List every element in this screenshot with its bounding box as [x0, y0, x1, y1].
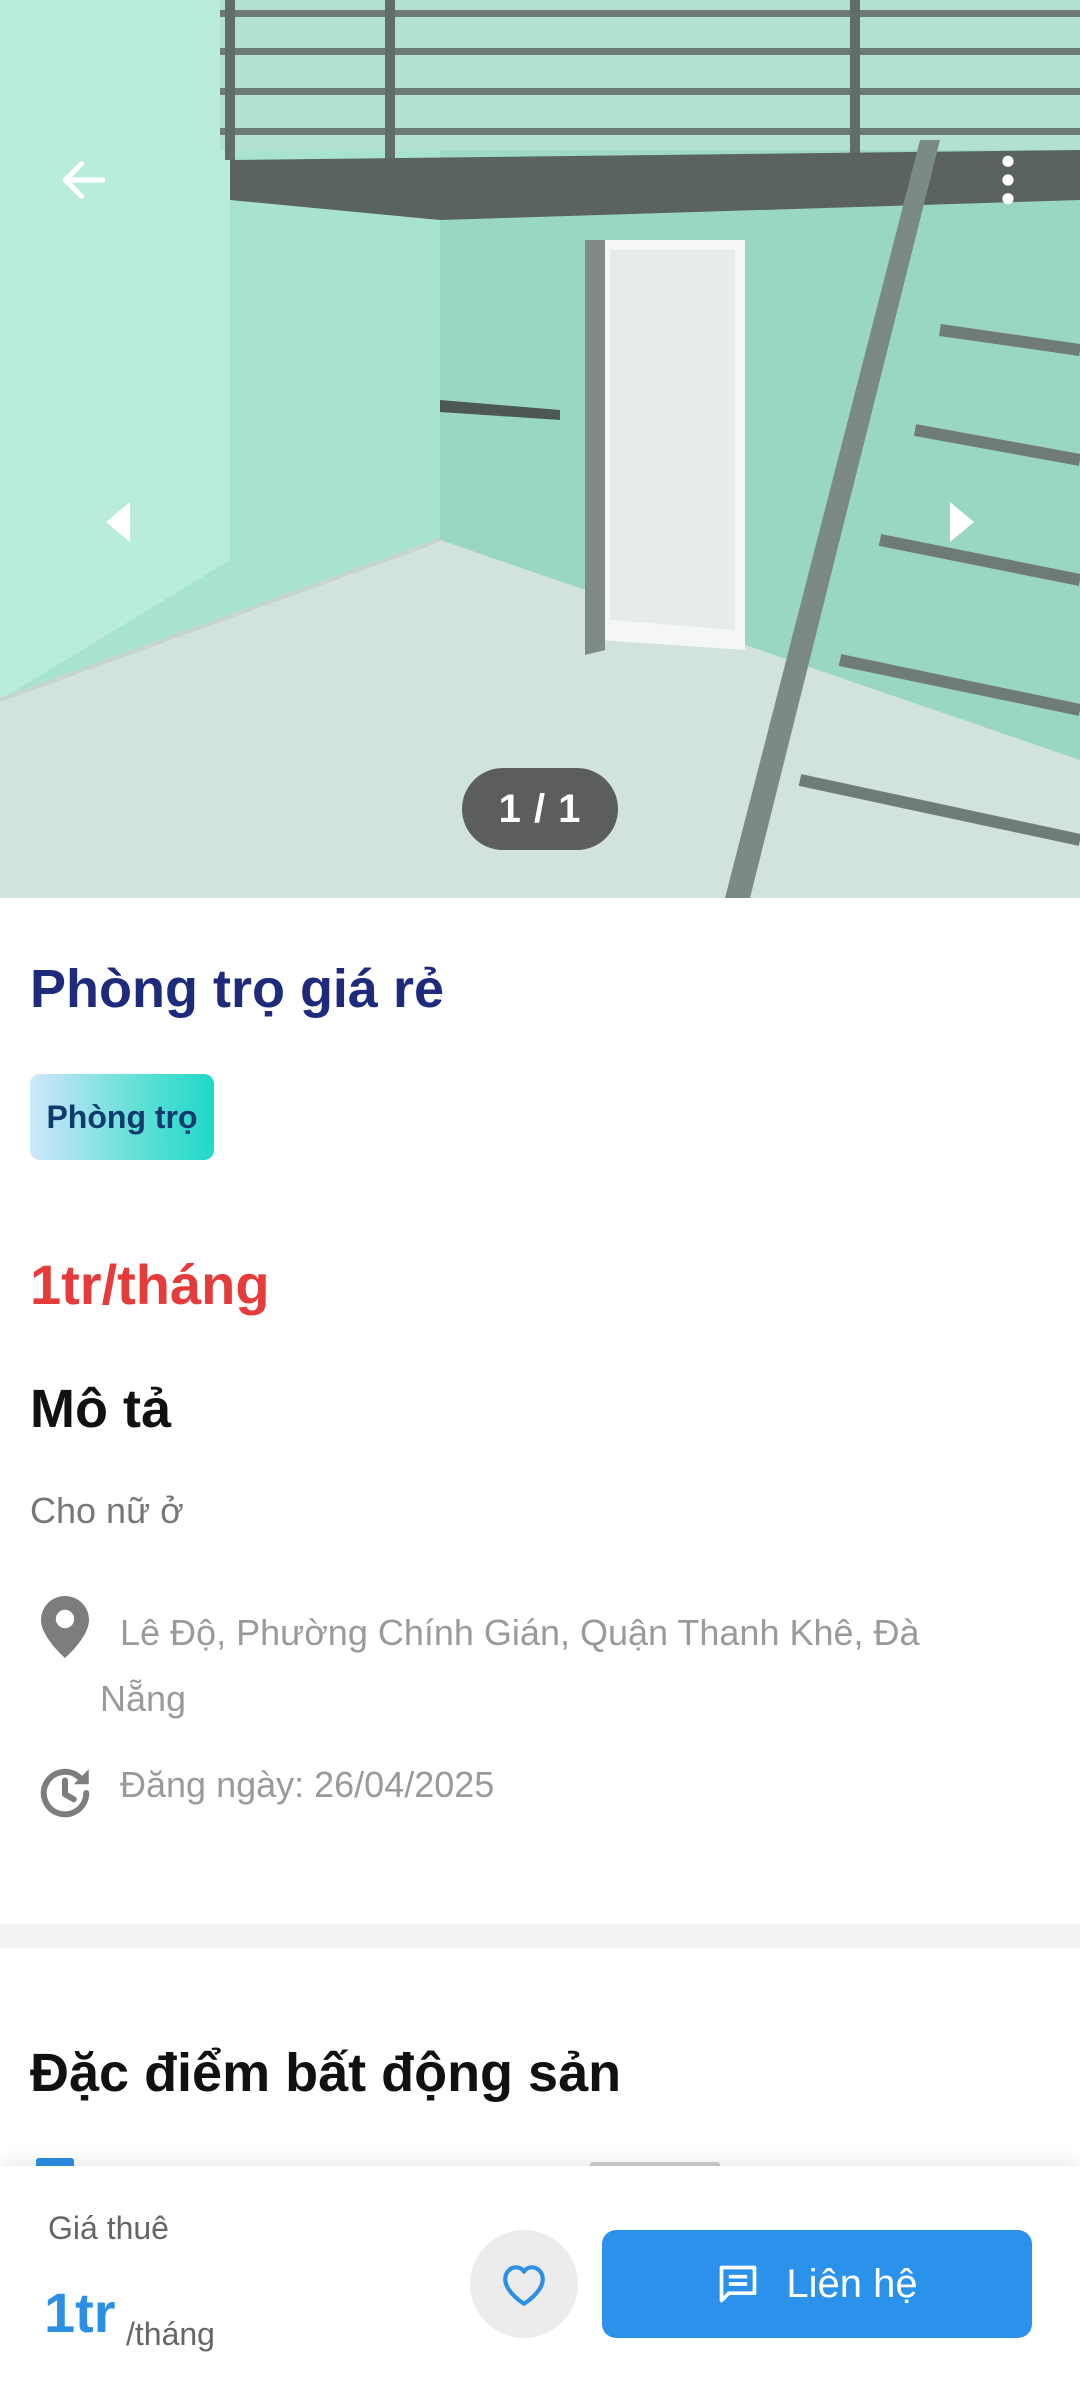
- caret-right-icon: [950, 502, 974, 542]
- description-heading: Mô tả: [30, 1379, 171, 1439]
- arrow-left-icon: [62, 161, 106, 199]
- room-photo: [0, 0, 1080, 898]
- features-heading: Đặc điểm bất động sản: [30, 2043, 622, 2103]
- map-pin-icon: [30, 1592, 100, 1662]
- listing-detail-screen: 1 / 1 Phòng trọ giá rẻ Phòng trọ 1tr/thá…: [0, 0, 1080, 2400]
- previous-photo-button[interactable]: [78, 472, 158, 572]
- posted-date: Đăng ngày: 26/04/2025: [120, 1764, 495, 1805]
- history-clock-icon: [30, 1758, 100, 1828]
- listing-address: Lê Độ, Phường Chính Gián, Quận Thanh Khê…: [100, 1612, 920, 1719]
- listing-price: 1tr/tháng: [30, 1253, 270, 1316]
- more-vertical-icon: [1002, 155, 1014, 205]
- more-options-button[interactable]: [960, 132, 1056, 228]
- rent-value: 1tr: [44, 2281, 116, 2344]
- back-button[interactable]: [36, 132, 132, 228]
- contact-button[interactable]: Liên hệ: [602, 2230, 1032, 2338]
- message-icon: [720, 2265, 757, 2303]
- section-divider: [0, 1924, 1080, 1948]
- rent-unit: /tháng: [126, 2316, 215, 2352]
- favorite-button[interactable]: [470, 2230, 578, 2338]
- heart-icon: [503, 2265, 545, 2306]
- rent-label: Giá thuê: [48, 2210, 169, 2246]
- next-photo-button[interactable]: [922, 472, 1002, 572]
- photo-gallery[interactable]: 1 / 1: [0, 0, 1080, 898]
- listing-title: Phòng trọ giá rẻ: [30, 959, 445, 1019]
- category-tag: Phòng trọ: [30, 1074, 214, 1160]
- contact-label: Liên hệ: [786, 2261, 918, 2306]
- bottom-action-bar: Giá thuê 1tr /tháng Liên hệ: [0, 2166, 1080, 2400]
- photo-counter: 1 / 1: [462, 768, 618, 850]
- caret-left-icon: [106, 502, 130, 542]
- description-text: Cho nữ ở: [30, 1490, 184, 1531]
